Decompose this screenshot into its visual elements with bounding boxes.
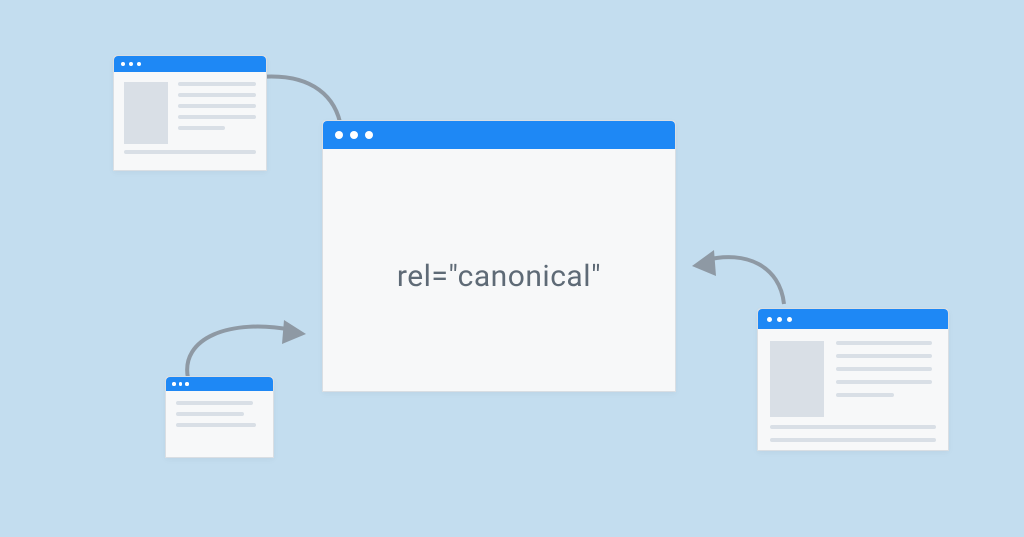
window-content bbox=[166, 391, 273, 444]
window-dot-icon bbox=[185, 382, 189, 386]
window-dot-icon bbox=[172, 382, 176, 386]
window-dot-icon bbox=[121, 62, 125, 66]
content-text-line bbox=[836, 367, 932, 371]
content-text-line bbox=[178, 115, 256, 119]
window-dot-icon bbox=[767, 317, 772, 322]
window-titlebar bbox=[323, 121, 675, 149]
content-thumbnail-placeholder bbox=[124, 82, 168, 144]
window-dot-icon bbox=[777, 317, 782, 322]
window-titlebar bbox=[758, 309, 948, 329]
window-dot-icon bbox=[350, 131, 358, 139]
content-text-line bbox=[836, 341, 932, 345]
window-titlebar bbox=[166, 377, 273, 391]
window-dot-icon bbox=[179, 382, 183, 386]
duplicate-page-window-bottom-left bbox=[165, 376, 274, 458]
content-text-line bbox=[836, 380, 932, 384]
window-titlebar bbox=[114, 56, 266, 72]
content-text-line bbox=[124, 150, 256, 154]
content-text-line bbox=[178, 104, 256, 108]
window-content bbox=[758, 329, 948, 463]
content-text-line bbox=[836, 354, 932, 358]
content-text-line bbox=[176, 412, 244, 416]
content-text-line bbox=[836, 393, 894, 397]
content-text-line bbox=[176, 423, 256, 427]
content-text-line bbox=[770, 425, 936, 429]
canonical-page-window: rel="canonical" bbox=[322, 120, 676, 392]
duplicate-page-window-top-left bbox=[113, 55, 267, 171]
content-text-line bbox=[178, 93, 256, 97]
canonical-label: rel="canonical" bbox=[323, 259, 675, 294]
content-text-line bbox=[176, 401, 253, 405]
duplicate-page-window-right bbox=[757, 308, 949, 451]
content-text-line bbox=[178, 82, 256, 86]
content-text-line bbox=[770, 438, 936, 442]
window-dot-icon bbox=[787, 317, 792, 322]
window-content bbox=[114, 72, 266, 171]
window-dot-icon bbox=[365, 131, 373, 139]
window-dot-icon bbox=[335, 131, 343, 139]
window-dot-icon bbox=[129, 62, 133, 66]
content-text-line bbox=[178, 126, 225, 130]
window-dot-icon bbox=[137, 62, 141, 66]
content-thumbnail-placeholder bbox=[770, 341, 824, 417]
